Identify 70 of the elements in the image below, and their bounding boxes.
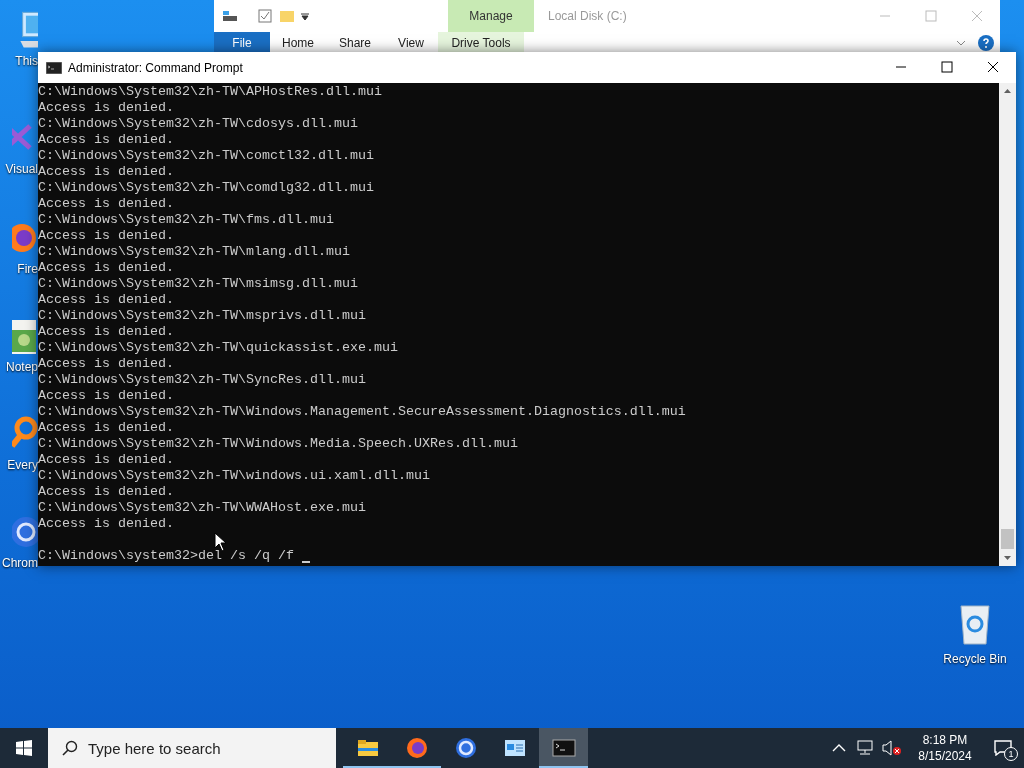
terminal-line: Access is denied. [38, 452, 175, 467]
terminal-line: Access is denied. [38, 356, 175, 371]
terminal-icon [551, 736, 576, 760]
speaker-muted-icon[interactable] [882, 740, 902, 756]
terminal-line: C:\Windows\System32\zh-TW\comctl32.dll.mui [38, 148, 375, 164]
terminal-line: Access is denied. [38, 100, 175, 116]
notification-button[interactable]: 1 [982, 728, 1024, 768]
terminal-line: Access is denied. [38, 196, 175, 212]
ribbon-tab[interactable]: Home [270, 32, 326, 54]
ribbon-context-header: Manage [448, 0, 534, 32]
scrollbar[interactable] [999, 83, 1016, 566]
windows-logo-icon [16, 740, 32, 756]
terminal-line: C:\Windows\System32\zh-TW\msprivs.dll.mui [38, 308, 367, 324]
icon-label: Notep [5, 360, 38, 374]
window-title: Local Disk (C:) [548, 8, 627, 25]
terminal-command: del /s /q /f [197, 548, 295, 564]
terminal-line: Access is denied. [38, 164, 175, 180]
terminal-line: Access is denied. [38, 484, 175, 500]
terminal-line: C:\Windows\System32\zh-TW\mlang.dll.mui [38, 244, 351, 260]
terminal-line: C:\Windows\System32\zh-TW\msimsg.dll.mui [38, 276, 359, 292]
ribbon-tab[interactable]: View [384, 32, 438, 54]
terminal-line: C:\Windows\System32\zh-TW\Windows.Media.Speech.UXRes.dll.mui [38, 436, 519, 452]
terminal-line: C:\Windows\System32\zh-TW\SyncRes.dll.mui [38, 372, 367, 388]
checkbox-icon[interactable] [258, 9, 272, 23]
scrollbar-thumb[interactable] [1001, 529, 1014, 549]
terminal-line: Access is denied. [38, 516, 175, 532]
terminal-line: C:\Windows\System32\zh-TW\windows.ui.xaml.dll.mui [38, 468, 431, 484]
clock-time: 8:18 PM [922, 732, 968, 748]
ribbon-tab[interactable]: Drive Tools [438, 32, 524, 54]
dropdown-icon[interactable] [300, 11, 310, 21]
icon-label: Chrom [2, 556, 38, 570]
chevron-up-icon[interactable] [832, 743, 846, 753]
firefox-icon [404, 736, 429, 760]
terminal-line: Access is denied. [38, 132, 175, 148]
icon-label: This [15, 54, 38, 68]
ribbon-tab[interactable]: Share [326, 32, 384, 54]
terminal-line: C:\Windows\System32\zh-TW\WWAHost.exe.mui [38, 500, 367, 516]
mouse-pointer-icon [214, 532, 226, 552]
console-icon[interactable] [46, 61, 62, 74]
terminal-line: C:\Windows\System32\zh-TW\APHostRes.dll.mui [38, 84, 383, 100]
terminal-prompt: C:\Windows\system32> [38, 548, 198, 563]
terminal-line: Access is denied. [38, 324, 175, 340]
search-icon [62, 740, 78, 756]
terminal-line: C:\Windows\System32\zh-TW\comdlg32.dll.mui [38, 180, 375, 196]
terminal-line: C:\Windows\System32\zh-TW\fms.dll.mui [38, 212, 335, 228]
terminal-line: C:\Windows\System32\zh-TW\cdosys.dll.mui [38, 116, 359, 132]
terminal-line: Access is denied. [38, 228, 175, 244]
terminal-line: Access is denied. [38, 260, 175, 276]
network-icon[interactable] [856, 740, 874, 756]
terminal-line: C:\Windows\System32\zh-TW\quickassist.exe.mui [38, 340, 399, 356]
window-title: Administrator: Command Prompt [68, 59, 243, 77]
drive-icon[interactable] [222, 8, 238, 24]
ribbon-tab[interactable]: File [214, 32, 270, 54]
taskbar-app[interactable] [539, 728, 588, 768]
text-cursor [301, 561, 310, 563]
terminal-line: C:\Windows\System32\zh-TW\Windows.Management.SecureAssessment.Diagnostics.dll.mui [38, 404, 687, 420]
terminal-line: Access is denied. [38, 388, 175, 404]
message-icon [994, 740, 1012, 756]
icon-label: Fire [17, 262, 38, 276]
terminal-line: Access is denied. [38, 420, 175, 436]
terminal-line: Access is denied. [38, 292, 175, 308]
search-field[interactable]: Type here to search [48, 728, 336, 768]
clock-date: 8/15/2024 [918, 748, 972, 764]
notification-count: 1 [1004, 747, 1018, 761]
help-icon[interactable] [978, 35, 994, 51]
icon-label: Every [7, 458, 38, 472]
icon-label: Visual [5, 162, 38, 176]
icon-label: Recycle Bin [943, 652, 1007, 666]
clock[interactable]: 8:18 PM 8/15/2024 [908, 732, 982, 764]
browser-icon [453, 736, 478, 760]
